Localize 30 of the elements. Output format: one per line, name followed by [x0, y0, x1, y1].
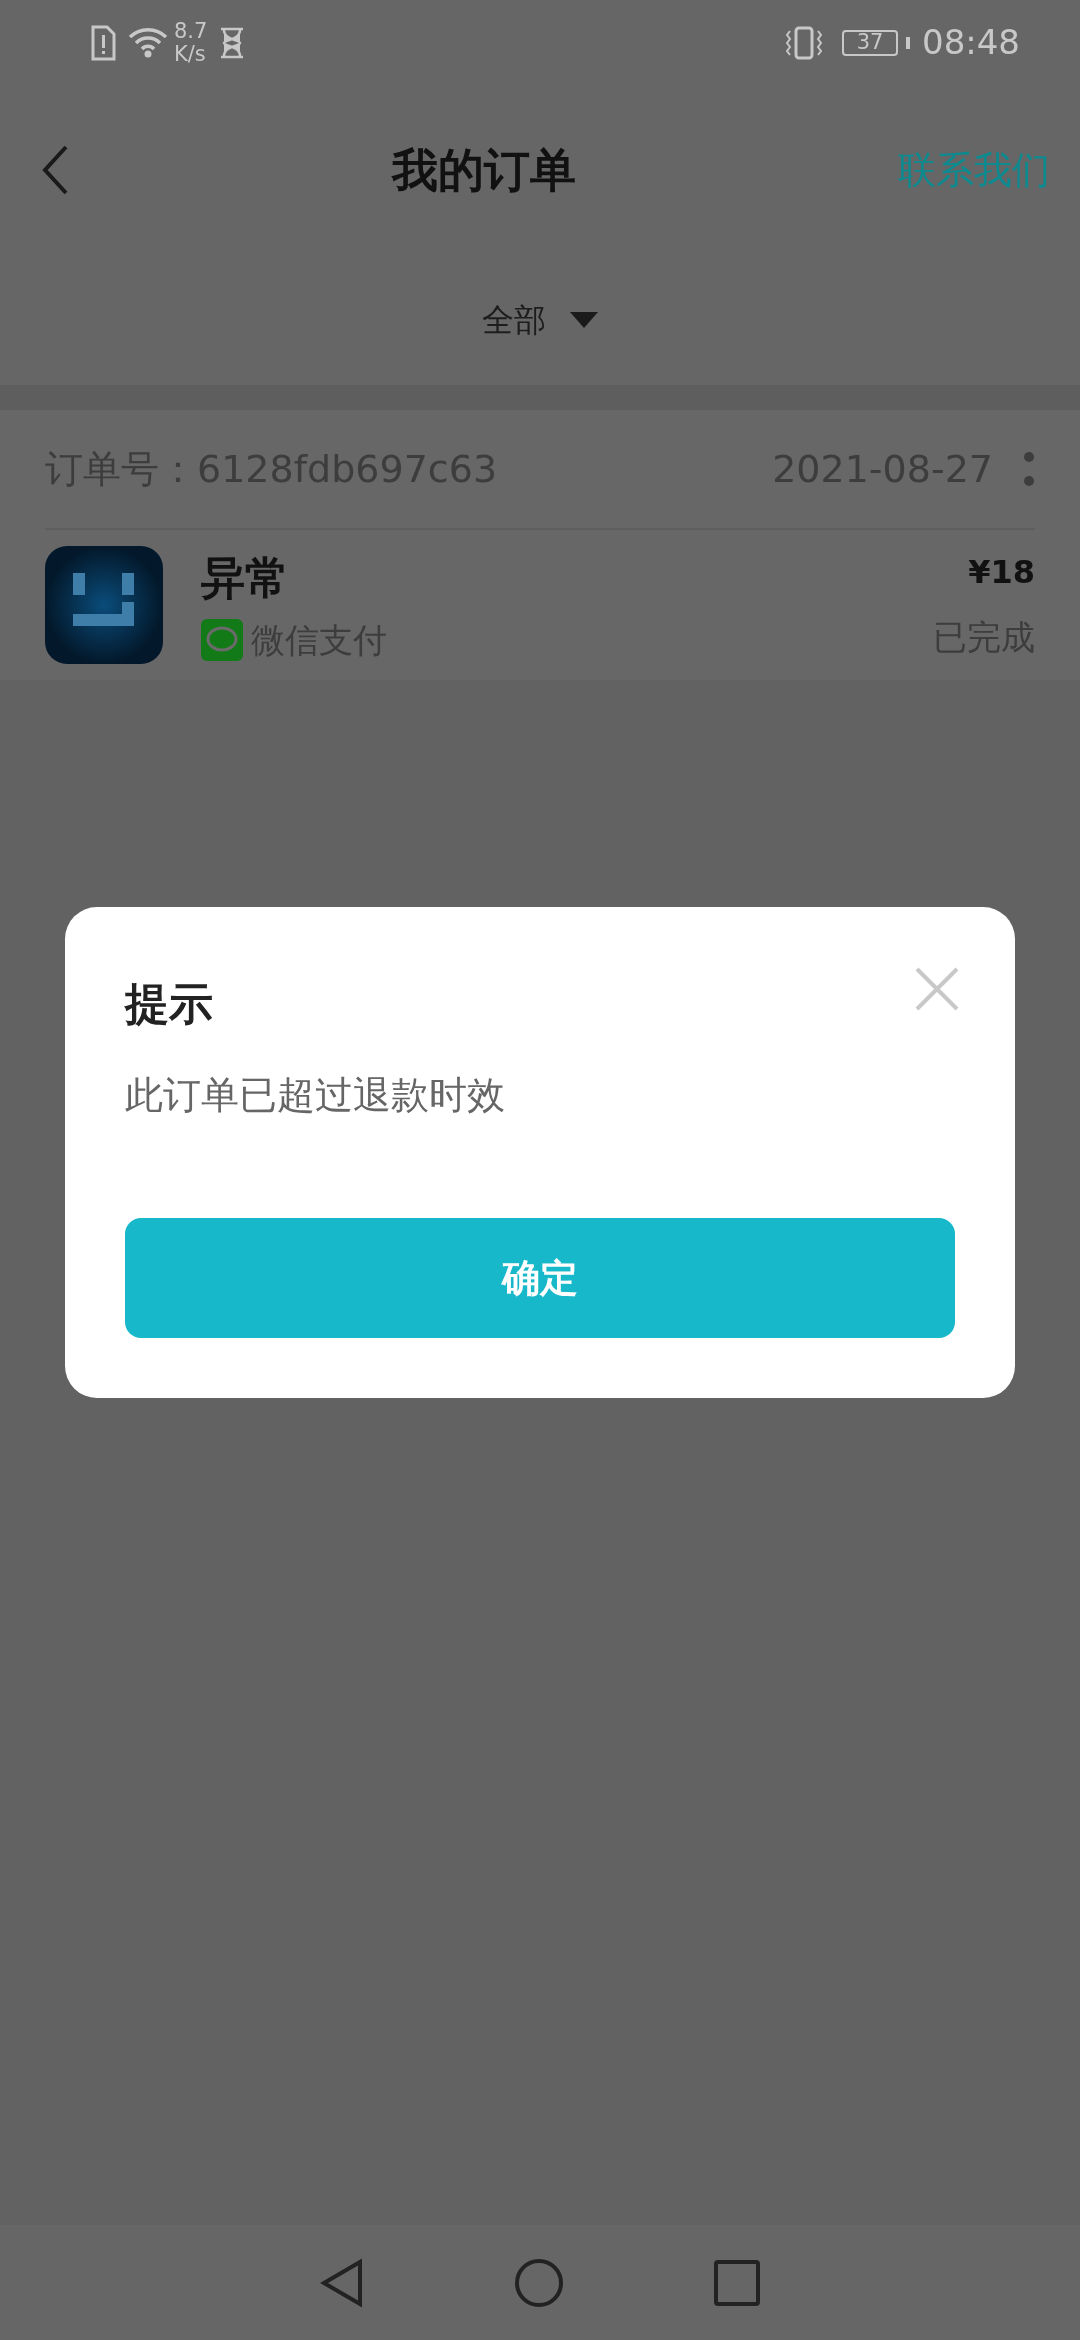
confirm-button[interactable]: 确定 — [125, 1218, 955, 1338]
sim-alert-icon — [90, 24, 116, 61]
dialog-title: 提示 — [125, 977, 213, 1031]
triangle-icon — [320, 2257, 364, 2308]
vibrate-icon — [784, 24, 824, 61]
circle-icon — [514, 2257, 564, 2308]
network-speed: 8.7 — [174, 20, 208, 43]
clock-time: 08:48 — [922, 21, 1020, 64]
back-icon — [40, 144, 70, 196]
more-icon — [1023, 451, 1035, 487]
dialog-message: 此订单已超过退款时效 — [125, 1072, 506, 1119]
battery-level: 37 — [856, 32, 884, 53]
more-button[interactable] — [1023, 451, 1035, 487]
home-nav-button[interactable] — [514, 2257, 564, 2308]
recents-nav-button[interactable] — [714, 2259, 760, 2306]
product-name: 异常 — [201, 550, 290, 605]
close-button[interactable] — [915, 967, 959, 1011]
order-price: ¥18 — [968, 551, 1035, 593]
caret-icon — [570, 312, 598, 328]
back-nav-button[interactable] — [320, 2257, 364, 2308]
close-icon — [915, 967, 959, 1011]
app-icon — [45, 546, 163, 664]
filter-dropdown[interactable]: 全部 — [482, 296, 598, 344]
back-button[interactable] — [40, 144, 70, 196]
hourglass-icon — [219, 26, 246, 59]
page-title: 我的订单 — [390, 141, 577, 199]
square-icon — [714, 2259, 760, 2306]
chat-bubble-icon — [201, 619, 243, 661]
wifi-icon — [128, 26, 168, 59]
network-speed-unit: K/s — [174, 42, 207, 65]
